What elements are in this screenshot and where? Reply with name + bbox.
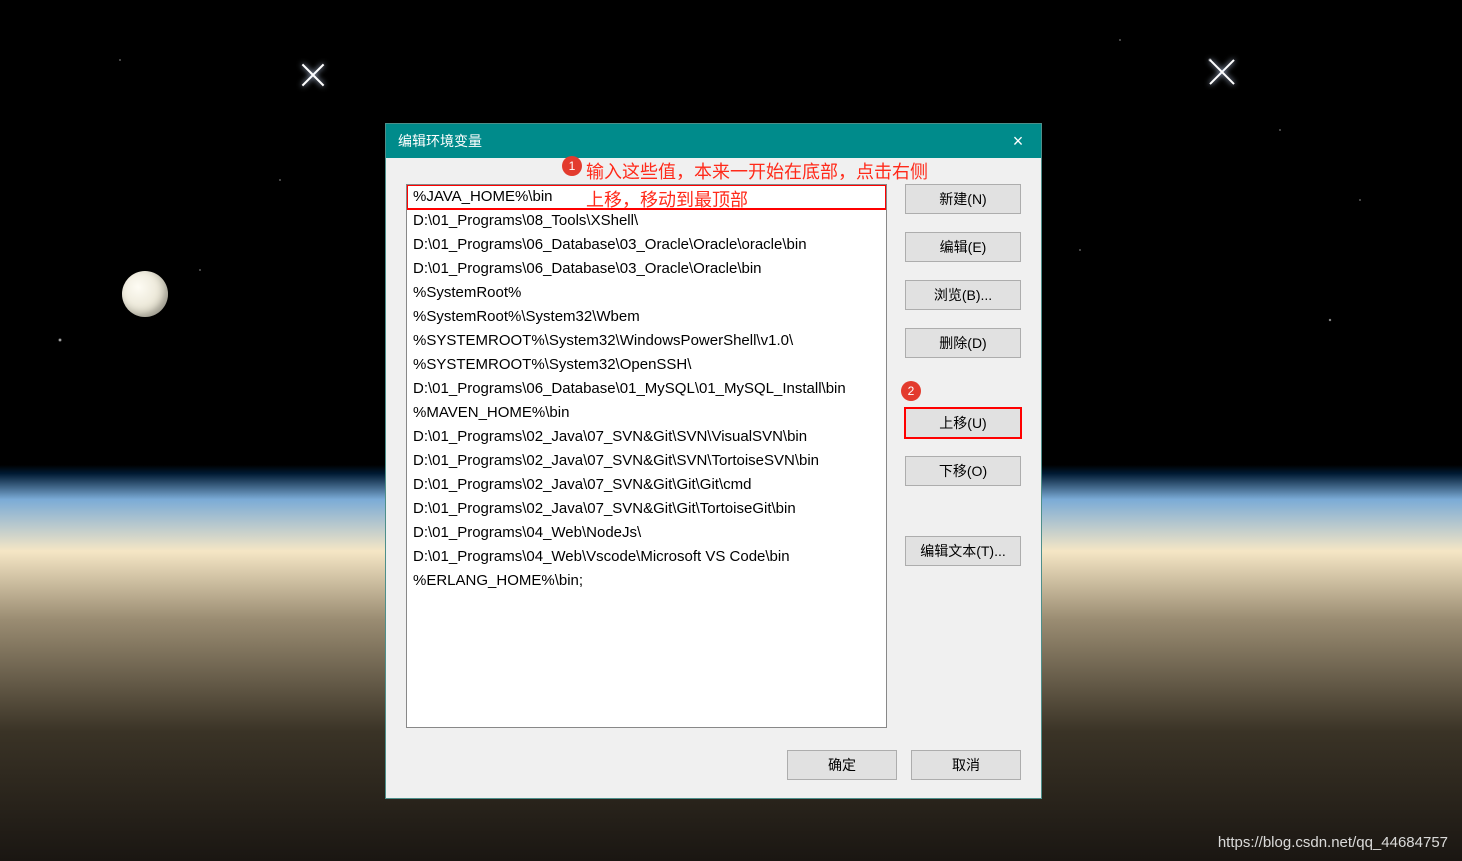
new-button[interactable]: 新建(N) bbox=[905, 184, 1021, 214]
close-icon[interactable]: × bbox=[995, 124, 1041, 158]
dialog-body: %JAVA_HOME%\binD:\01_Programs\08_Tools\X… bbox=[386, 158, 1041, 798]
dialog-titlebar[interactable]: 编辑环境变量 × bbox=[386, 124, 1041, 158]
move-down-button[interactable]: 下移(O) bbox=[905, 456, 1021, 486]
moon-decoration bbox=[122, 271, 168, 317]
list-item[interactable]: D:\01_Programs\06_Database\01_MySQL\01_M… bbox=[407, 377, 886, 401]
list-item[interactable]: D:\01_Programs\06_Database\03_Oracle\Ora… bbox=[407, 257, 886, 281]
list-item[interactable]: D:\01_Programs\02_Java\07_SVN&Git\SVN\Vi… bbox=[407, 425, 886, 449]
dialog-footer: 确定 取消 bbox=[406, 728, 1021, 780]
list-item[interactable]: D:\01_Programs\06_Database\03_Oracle\Ora… bbox=[407, 233, 886, 257]
cancel-button[interactable]: 取消 bbox=[911, 750, 1021, 780]
list-item[interactable]: D:\01_Programs\04_Web\NodeJs\ bbox=[407, 521, 886, 545]
list-item[interactable]: D:\01_Programs\08_Tools\XShell\ bbox=[407, 209, 886, 233]
list-item[interactable]: D:\01_Programs\02_Java\07_SVN&Git\Git\Gi… bbox=[407, 473, 886, 497]
list-item[interactable]: %SystemRoot% bbox=[407, 281, 886, 305]
list-item[interactable]: D:\01_Programs\02_Java\07_SVN&Git\Git\To… bbox=[407, 497, 886, 521]
list-item[interactable]: D:\01_Programs\02_Java\07_SVN&Git\SVN\To… bbox=[407, 449, 886, 473]
list-item[interactable]: %ERLANG_HOME%\bin; bbox=[407, 569, 886, 593]
browse-button[interactable]: 浏览(B)... bbox=[905, 280, 1021, 310]
edit-text-button[interactable]: 编辑文本(T)... bbox=[905, 536, 1021, 566]
list-item[interactable]: %SYSTEMROOT%\System32\WindowsPowerShell\… bbox=[407, 329, 886, 353]
list-item[interactable]: %SystemRoot%\System32\Wbem bbox=[407, 305, 886, 329]
list-item[interactable]: D:\01_Programs\04_Web\Vscode\Microsoft V… bbox=[407, 545, 886, 569]
dialog-title: 编辑环境变量 bbox=[398, 131, 482, 151]
watermark: https://blog.csdn.net/qq_44684757 bbox=[1218, 834, 1448, 851]
ok-button[interactable]: 确定 bbox=[787, 750, 897, 780]
button-column: 新建(N) 编辑(E) 浏览(B)... 删除(D) 上移(U) 下移(O) 编… bbox=[905, 184, 1021, 728]
path-listbox[interactable]: %JAVA_HOME%\binD:\01_Programs\08_Tools\X… bbox=[406, 184, 887, 728]
edit-env-var-dialog: 编辑环境变量 × %JAVA_HOME%\binD:\01_Programs\0… bbox=[385, 123, 1042, 799]
move-up-button[interactable]: 上移(U) bbox=[905, 408, 1021, 438]
edit-button[interactable]: 编辑(E) bbox=[905, 232, 1021, 262]
list-item[interactable]: %SYSTEMROOT%\System32\OpenSSH\ bbox=[407, 353, 886, 377]
delete-button[interactable]: 删除(D) bbox=[905, 328, 1021, 358]
list-item[interactable]: %MAVEN_HOME%\bin bbox=[407, 401, 886, 425]
list-item[interactable]: %JAVA_HOME%\bin bbox=[407, 185, 886, 209]
